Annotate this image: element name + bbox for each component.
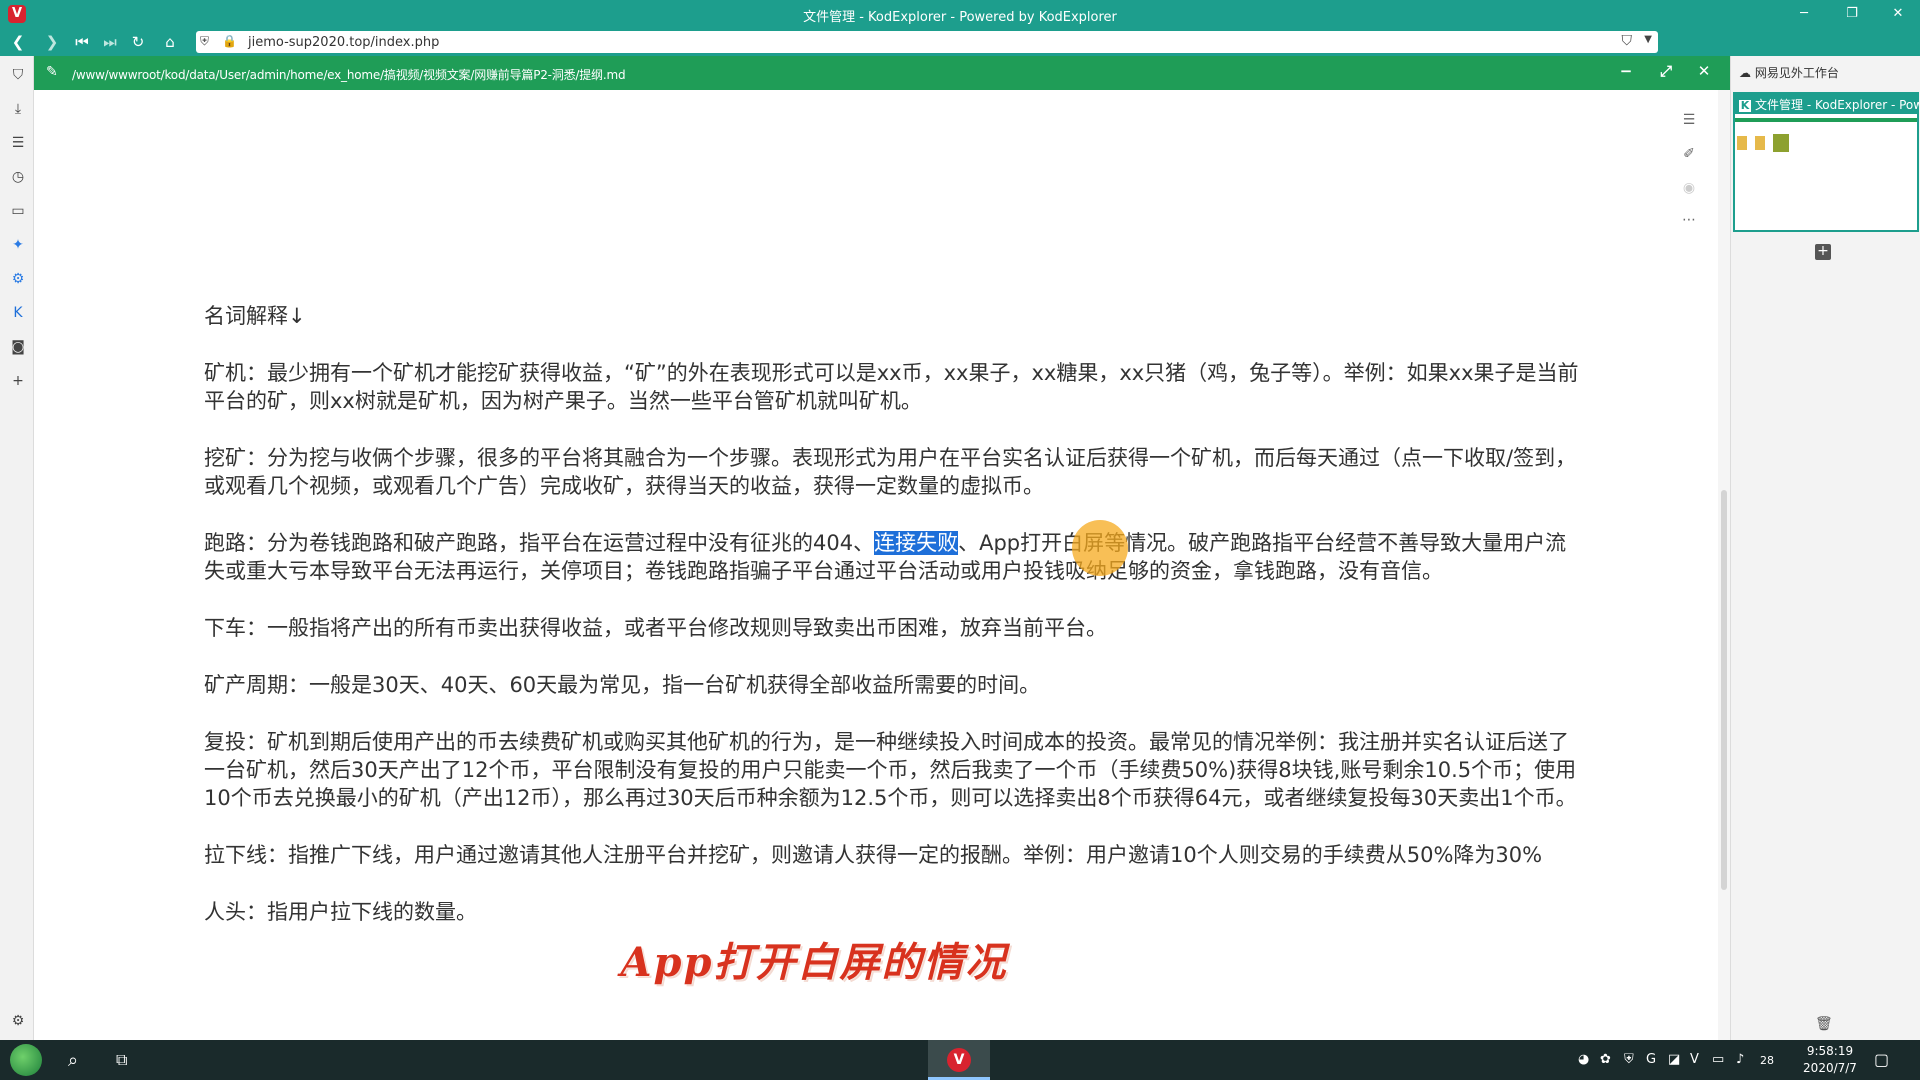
markdown-document[interactable]: ☰ ✐ ◉ ⋯ 名词解释↓ 矿机：最少拥有一个矿机才能挖矿获得收益，“矿”的外在… — [34, 90, 1730, 1040]
side-panel-bar: ⛉ ⤓ ☰ ◷ ▭ ✦ ⚙ K ◙ + ⚙ — [0, 56, 34, 1040]
reload-icon[interactable]: ↻ — [128, 32, 148, 52]
restore-window-button[interactable]: ❐ — [1832, 3, 1872, 25]
editor-header: ✎ /www/wwwroot/kod/data/User/admin/home/… — [34, 56, 1730, 90]
notes-icon[interactable]: ☰ — [9, 134, 27, 152]
right-side-panel: ☁ 网易见外工作台 K 文件管理 - KodExplorer - Pow + 🗑 — [1730, 56, 1920, 1040]
doc-heading: 名词解释↓ — [204, 304, 306, 328]
paragraph-miner: 矿机：最少拥有一个矿机才能挖矿获得收益，“矿”的外在表现形式可以是xx币，xx果… — [204, 361, 1579, 413]
workspace-icon: ☁ — [1739, 66, 1755, 80]
paragraph-head: 人头：指用户拉下线的数量。 — [204, 900, 477, 924]
tray-app-icon[interactable]: ◕ — [1578, 1052, 1589, 1067]
settings-panel-icon[interactable]: ⚙ — [9, 270, 27, 288]
tab-kodexplorer[interactable]: K 文件管理 - KodExplorer - Pow — [1733, 92, 1919, 114]
outline-icon[interactable]: ☰ — [1674, 112, 1704, 128]
document-content[interactable]: 名词解释↓ 矿机：最少拥有一个矿机才能挖矿获得收益，“矿”的外在表现形式可以是x… — [204, 302, 1584, 955]
network-icon[interactable]: ▭ — [1712, 1052, 1724, 1067]
more-icon[interactable]: ⋯ — [1674, 212, 1704, 228]
history-icon[interactable]: ◷ — [9, 168, 27, 186]
new-tab-icon[interactable]: + — [1815, 244, 1831, 260]
fast-forward-icon[interactable]: ⏭ — [100, 32, 120, 52]
file-icon — [1773, 134, 1789, 152]
video-subtitle: App打开白屏的情况 — [620, 939, 1008, 986]
tray-g-icon[interactable]: G — [1646, 1052, 1656, 1067]
add-panel-icon[interactable]: + — [9, 372, 27, 390]
window-title: 文件管理 - KodExplorer - Powered by KodExplo… — [803, 10, 1117, 25]
close-editor-button[interactable]: ✕ — [1692, 62, 1716, 84]
search-icon[interactable]: ⌕ — [68, 1050, 78, 1071]
folder-icon — [1755, 136, 1765, 150]
kod-panel-icon[interactable]: K — [9, 304, 27, 322]
start-button[interactable] — [10, 1044, 42, 1076]
bookmarks-icon[interactable]: ⛉ — [9, 66, 27, 84]
clock-time: 9:58:19 — [1806, 1044, 1854, 1058]
home-icon[interactable]: ⌂ — [160, 32, 180, 52]
selected-text[interactable]: 连接失败 — [874, 531, 959, 555]
preview-icon[interactable]: ◉ — [1674, 180, 1704, 196]
forward-icon[interactable]: ❯ — [42, 32, 62, 52]
folder-icon — [1737, 136, 1747, 150]
paragraph-cycle: 矿产周期：一般是30天、40天、60天最为常见，指一台矿机获得全部收益所需要的时… — [204, 673, 1041, 697]
tray-vivaldi-icon[interactable]: V — [1690, 1052, 1699, 1067]
paragraph-mining: 挖矿：分为挖与收俩个步骤，很多的平台将其融合为一个步骤。表现形式为用户在平台实名… — [204, 446, 1577, 498]
tab-thumbnail[interactable] — [1733, 114, 1919, 232]
kod-logo-icon: K — [1739, 99, 1751, 112]
taskbar: ⌕ ⧉ V ◕ ✿ ⛨ G ◪ V ▭ ♪ 28 9:58:19 2020/7/… — [0, 1040, 1920, 1080]
url-dropdown-icon[interactable]: ▼ — [1644, 34, 1652, 45]
clock[interactable]: 9:58:19 2020/7/7 — [1790, 1043, 1870, 1077]
url-field[interactable]: ⛨ 🔒 jiemo-sup2020.top/index.php ⛉ ▼ — [196, 31, 1658, 53]
paragraph-exit: 下车：一般指将产出的所有币卖出获得收益，或者平台修改规则导致卖出币困难，放弃当前… — [204, 616, 1107, 640]
url-text[interactable]: jiemo-sup2020.top/index.php — [248, 35, 439, 50]
scrollbar-thumb[interactable] — [1721, 490, 1727, 890]
settings-icon[interactable]: ⚙ — [9, 1012, 27, 1030]
tray-flower-icon[interactable]: ✿ — [1600, 1052, 1611, 1067]
browser-titlebar: V 文件管理 - KodExplorer - Powered by KodExp… — [0, 0, 1920, 28]
pin-icon[interactable]: ✐ — [1674, 146, 1704, 162]
minimize-editor-button[interactable]: − — [1614, 62, 1638, 84]
taskbar-vivaldi-button[interactable]: V — [928, 1040, 990, 1080]
paragraph-downline: 拉下线：指推广下线，用户通过邀请其他人注册平台并挖矿，则邀请人获得一定的报酬。举… — [204, 843, 1543, 867]
run-text-before: 跑路：分为卷钱跑路和破产跑路，指平台在运营过程中没有征兆的404、 — [204, 531, 875, 555]
shield-icon[interactable]: ⛨ — [200, 34, 214, 50]
mouse-cursor-highlight — [1072, 520, 1128, 576]
vivaldi-icon: V — [947, 1048, 971, 1072]
screen: V 文件管理 - KodExplorer - Powered by KodExp… — [0, 0, 1920, 1080]
pencil-icon: ✎ — [46, 64, 58, 80]
rewind-icon[interactable]: ⏮ — [72, 32, 92, 52]
trash-icon[interactable]: 🗑 — [1815, 1016, 1833, 1032]
notification-icon[interactable]: ▢ — [1874, 1050, 1889, 1069]
lock-icon[interactable]: 🔒 — [222, 34, 237, 48]
window-icon[interactable]: ▭ — [9, 202, 27, 220]
maximize-editor-button[interactable]: ⤢ — [1654, 62, 1678, 84]
bookmark-icon[interactable]: ⛉ — [1622, 33, 1633, 49]
clock-date: 2020/7/7 — [1803, 1061, 1857, 1075]
paragraph-reinvest: 复投：矿机到期后使用产出的币去续费矿机或购买其他矿机的行为，是一种继续投入时间成… — [204, 730, 1577, 810]
downloads-icon[interactable]: ⤓ — [9, 100, 27, 118]
task-view-icon[interactable]: ⧉ — [116, 1050, 127, 1070]
volume-icon[interactable]: ♪ — [1736, 1052, 1744, 1067]
thumbnail-header — [1735, 118, 1917, 122]
close-window-button[interactable]: ✕ — [1878, 3, 1918, 25]
web-panel-icon[interactable]: ✦ — [9, 236, 27, 254]
media-panel-icon[interactable]: ◙ — [9, 338, 27, 356]
workspace-label[interactable]: ☁ 网易见外工作台 — [1739, 64, 1839, 81]
back-icon[interactable]: ❮ — [8, 32, 28, 52]
address-toolbar: ❮ ❯ ⏮ ⏭ ↻ ⌂ ⛨ 🔒 jiemo-sup2020.top/index.… — [0, 28, 1920, 82]
file-path: /www/wwwroot/kod/data/User/admin/home/ex… — [72, 68, 626, 82]
tray-nvidia-icon[interactable]: ◪ — [1668, 1052, 1680, 1067]
tab-label: 文件管理 - KodExplorer - Pow — [1755, 98, 1919, 112]
paragraph-run: 跑路：分为卷钱跑路和破产跑路，指平台在运营过程中没有征兆的404、连接失败、Ap… — [204, 529, 1584, 585]
tray-shield-icon[interactable]: ⛨ — [1624, 1052, 1634, 1067]
minimize-window-button[interactable]: ─ — [1784, 3, 1824, 25]
tray-number[interactable]: 28 — [1760, 1054, 1774, 1067]
